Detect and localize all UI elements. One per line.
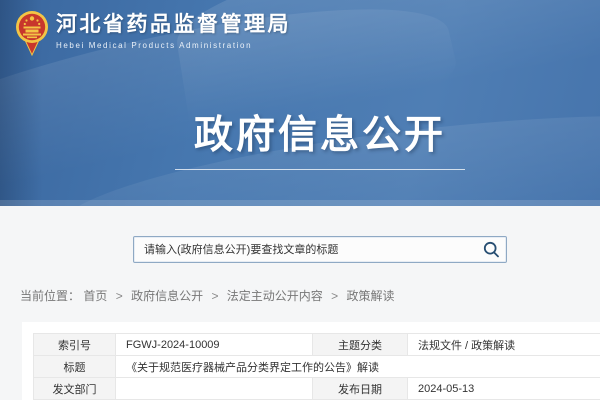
org-name-cn: 河北省药品监督管理局 [56, 14, 291, 35]
meta-label-index-number: 索引号 [34, 334, 116, 356]
meta-value-topic-category: 法规文件 / 政策解读 [408, 334, 600, 356]
meta-value-issuing-department [116, 378, 313, 400]
table-row: 发文部门 发布日期 2024-05-13 [34, 378, 600, 400]
breadcrumb-item-policy-interpretation[interactable]: 政策解读 [347, 289, 395, 303]
site-logo[interactable]: 河北省药品监督管理局 Hebei Medical Products Admini… [15, 8, 291, 56]
table-row: 索引号 FGWJ-2024-10009 主题分类 法规文件 / 政策解读 [34, 334, 600, 356]
meta-value-publish-date: 2024-05-13 [408, 378, 600, 400]
breadcrumb-separator: > [116, 289, 123, 303]
document-meta-table: 索引号 FGWJ-2024-10009 主题分类 法规文件 / 政策解读 标题 … [33, 333, 600, 400]
breadcrumb: 当前位置： 首页 > 政府信息公开 > 法定主动公开内容 > 政策解读 [20, 287, 395, 304]
national-emblem-icon [15, 8, 49, 56]
header-banner: 河北省药品监督管理局 Hebei Medical Products Admini… [0, 0, 600, 206]
search-icon [483, 241, 500, 258]
breadcrumb-item-statutory-content[interactable]: 法定主动公开内容 [227, 289, 323, 303]
breadcrumb-label: 当前位置： [20, 289, 80, 303]
org-name-en: Hebei Medical Products Administration [56, 41, 291, 50]
search-button[interactable] [476, 237, 506, 262]
page: 河北省药品监督管理局 Hebei Medical Products Admini… [0, 0, 600, 400]
breadcrumb-separator: > [331, 289, 338, 303]
meta-label-title: 标题 [34, 356, 116, 378]
breadcrumb-separator: > [211, 289, 218, 303]
meta-label-topic-category: 主题分类 [313, 334, 408, 356]
document-meta-card: 索引号 FGWJ-2024-10009 主题分类 法规文件 / 政策解读 标题 … [22, 322, 600, 400]
meta-label-issuing-department: 发文部门 [34, 378, 116, 400]
table-row: 标题 《关于规范医疗器械产品分类界定工作的公告》解读 [34, 356, 600, 378]
breadcrumb-item-info-disclosure[interactable]: 政府信息公开 [131, 289, 203, 303]
meta-label-publish-date: 发布日期 [313, 378, 408, 400]
meta-value-index-number: FGWJ-2024-10009 [116, 334, 313, 356]
search-input[interactable] [134, 237, 476, 262]
breadcrumb-item-home[interactable]: 首页 [83, 289, 107, 303]
search-bar [133, 236, 507, 263]
title-underline [175, 169, 465, 170]
page-title: 政府信息公开 [0, 104, 600, 160]
meta-value-title: 《关于规范医疗器械产品分类界定工作的公告》解读 [116, 356, 600, 378]
